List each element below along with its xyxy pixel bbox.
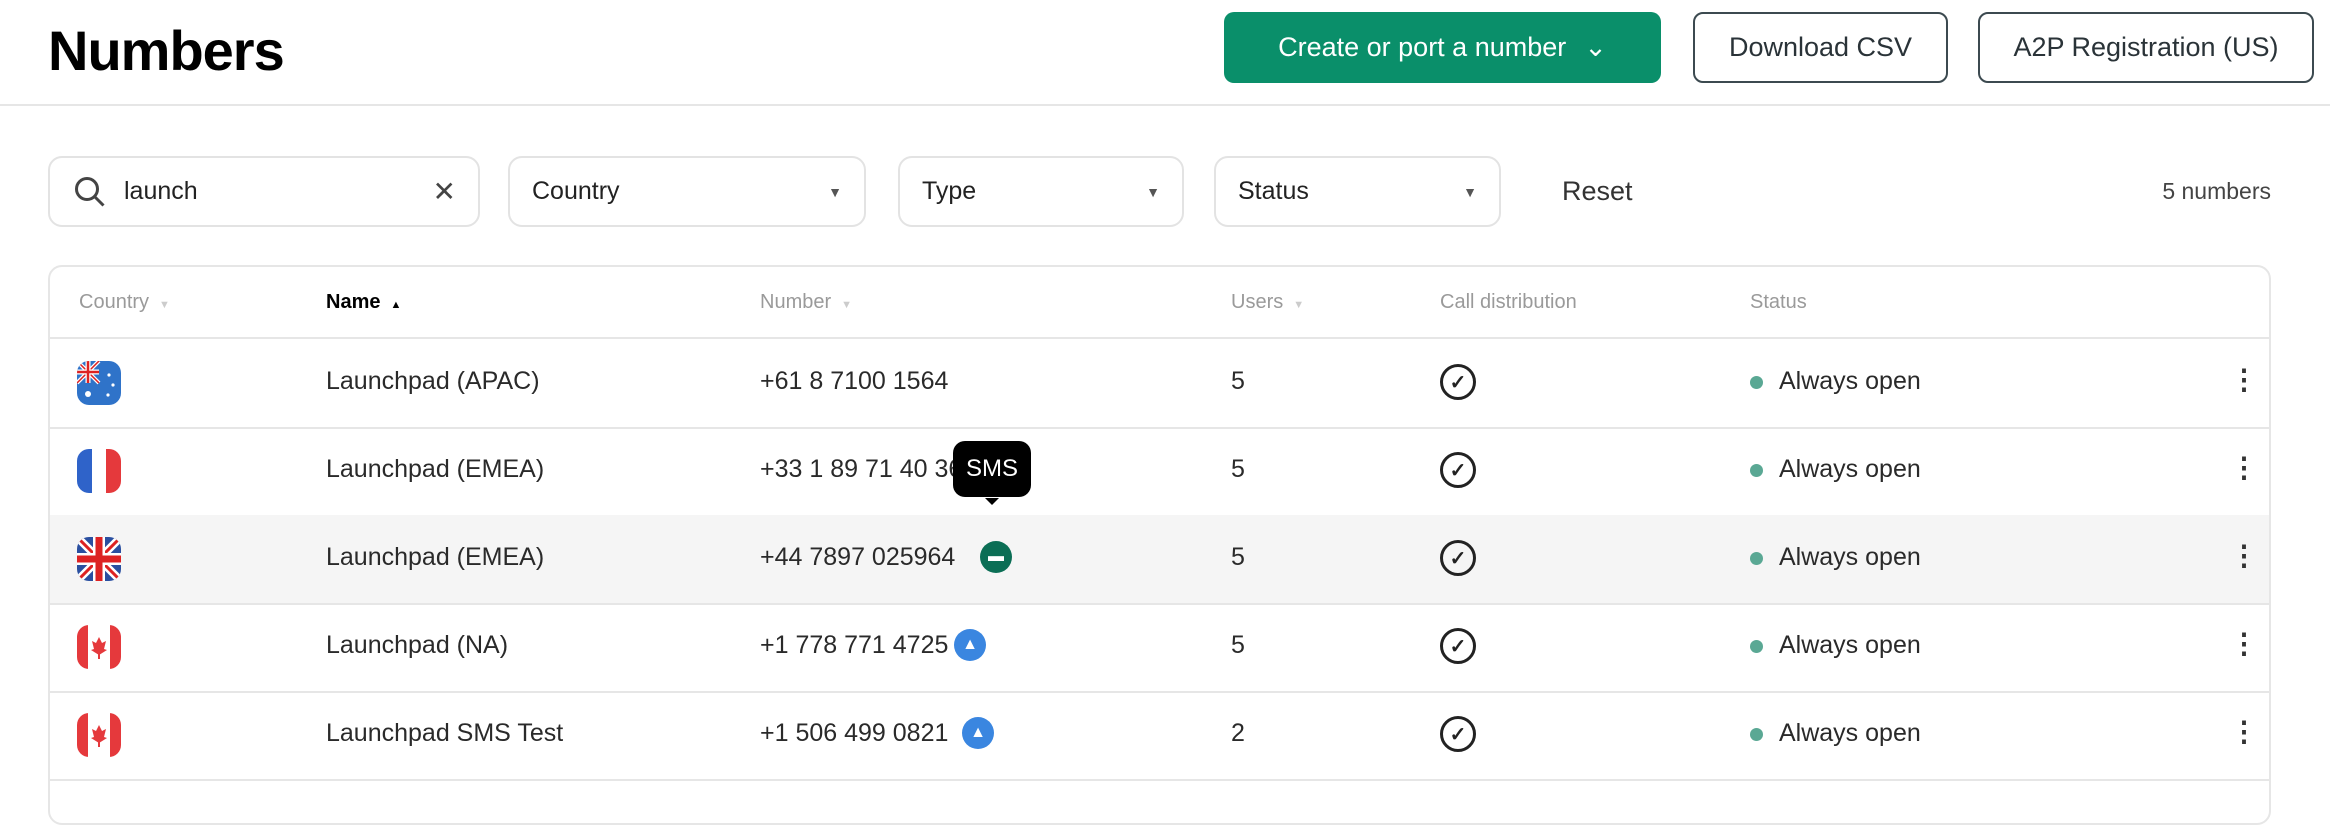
- caret-down-icon: ▼: [828, 183, 842, 200]
- row-users: 5: [1231, 631, 1245, 659]
- flag-france-icon: [77, 449, 121, 493]
- status-dot: [1750, 727, 1763, 741]
- row-number: +1 778 771 4725: [760, 631, 949, 659]
- more-options-icon[interactable]: ⋮: [2230, 539, 2258, 572]
- row-number: +44 7897 025964: [760, 543, 956, 571]
- header-label: Country: [79, 291, 150, 313]
- chevron-down-icon: ⌄: [1584, 32, 1607, 62]
- row-status: Always open: [1750, 367, 1921, 396]
- row-number: +61 8 7100 1564: [760, 367, 949, 395]
- header-divider: [0, 104, 2330, 106]
- header-label: Users: [1231, 291, 1284, 313]
- column-header-number[interactable]: Number ▼: [760, 291, 852, 314]
- row-divider: [50, 779, 2269, 781]
- row-name: Launchpad SMS Test: [326, 719, 564, 747]
- sms-icon[interactable]: ▬: [980, 541, 1012, 573]
- page-title: Numbers: [48, 19, 285, 82]
- column-header-name[interactable]: Name ▲: [326, 291, 401, 314]
- country-filter-label: Country: [532, 177, 620, 205]
- status-filter-label: Status: [1238, 177, 1309, 205]
- row-name: Launchpad (EMEA): [326, 455, 545, 483]
- column-header-country[interactable]: Country ▼: [79, 291, 170, 314]
- caret-down-icon: ▼: [1146, 183, 1160, 200]
- status-label: Always open: [1779, 367, 1921, 395]
- row-name: Launchpad (EMEA): [326, 543, 545, 571]
- type-filter-label: Type: [922, 177, 977, 205]
- status-dot: [1750, 551, 1763, 565]
- sort-ascending-icon: ▲: [390, 299, 402, 311]
- table-row[interactable]: Launchpad (EMEA) +44 7897 025964 ▬ 5 ✓ A…: [50, 515, 2269, 603]
- download-csv-button[interactable]: Download CSV: [1693, 12, 1948, 83]
- sort-icon: ▼: [1293, 299, 1305, 311]
- column-header-call-distribution: Call distribution: [1440, 291, 1577, 313]
- more-options-icon[interactable]: ⋮: [2230, 627, 2258, 660]
- row-name: Launchpad (APAC): [326, 367, 540, 395]
- result-count: 5 numbers: [2162, 178, 2271, 204]
- create-label: Create or port a number: [1278, 32, 1567, 62]
- table-row[interactable]: Launchpad (NA) +1 778 771 4725 ▲ 5 ✓ Alw…: [50, 603, 2269, 691]
- table-row[interactable]: Launchpad SMS Test +1 506 499 0821 ▲ 2 ✓…: [50, 691, 2269, 779]
- search-value: launch: [124, 177, 198, 205]
- status-dot: [1750, 463, 1763, 477]
- row-number: +33 1 89 71 40 36: [760, 455, 963, 483]
- flag-canada-icon: [77, 713, 121, 757]
- create-port-number-button[interactable]: Create or port a number ⌄: [1224, 12, 1661, 83]
- more-options-icon[interactable]: ⋮: [2230, 363, 2258, 396]
- row-users: 5: [1231, 455, 1245, 483]
- row-users: 5: [1231, 543, 1245, 571]
- check-circle-icon: ✓: [1440, 452, 1476, 488]
- sort-icon: ▼: [841, 299, 853, 311]
- search-input[interactable]: launch ✕: [48, 156, 480, 227]
- mms-image-icon[interactable]: ▲: [962, 717, 994, 749]
- flag-united-kingdom-icon: [77, 537, 121, 581]
- check-circle-icon: ✓: [1440, 364, 1476, 400]
- row-name: Launchpad (NA): [326, 631, 509, 659]
- row-number: +1 506 499 0821: [760, 719, 949, 747]
- check-circle-icon: ✓: [1440, 628, 1476, 664]
- reset-button[interactable]: Reset: [1562, 176, 1633, 207]
- more-options-icon[interactable]: ⋮: [2230, 451, 2258, 484]
- country-filter[interactable]: Country ▼: [508, 156, 866, 227]
- status-dot: [1750, 375, 1763, 389]
- status-label: Always open: [1779, 455, 1921, 483]
- more-options-icon[interactable]: ⋮: [2230, 715, 2258, 748]
- status-label: Always open: [1779, 719, 1921, 747]
- flag-australia-icon: [77, 361, 121, 405]
- row-status: Always open: [1750, 543, 1921, 572]
- status-dot: [1750, 639, 1763, 653]
- table-row[interactable]: Launchpad (APAC) +61 8 7100 1564 5 ✓ Alw…: [50, 339, 2269, 427]
- mms-image-icon[interactable]: ▲: [954, 629, 986, 661]
- status-filter[interactable]: Status ▼: [1214, 156, 1501, 227]
- table-row[interactable]: Launchpad (EMEA) +33 1 89 71 40 36 5 ✓ A…: [50, 427, 2269, 515]
- status-label: Always open: [1779, 631, 1921, 659]
- status-label: Always open: [1779, 543, 1921, 571]
- row-users: 5: [1231, 367, 1245, 395]
- caret-down-icon: ▼: [1463, 183, 1477, 200]
- clear-icon[interactable]: ✕: [433, 175, 456, 208]
- check-circle-icon: ✓: [1440, 540, 1476, 576]
- sort-icon: ▼: [159, 299, 170, 311]
- row-users: 2: [1231, 719, 1245, 747]
- header-label: Number: [760, 291, 832, 313]
- numbers-table: Country ▼ Name ▲ Number ▼ Users ▼ Call distr…: [48, 265, 2271, 825]
- check-circle-icon: ✓: [1440, 716, 1476, 752]
- row-status: Always open: [1750, 455, 1921, 484]
- type-filter[interactable]: Type ▼: [898, 156, 1184, 227]
- a2p-registration-button[interactable]: A2P Registration (US): [1978, 12, 2314, 83]
- column-header-users[interactable]: Users ▼: [1231, 291, 1304, 314]
- row-status: Always open: [1750, 631, 1921, 660]
- flag-canada-icon: [77, 625, 121, 669]
- row-status: Always open: [1750, 719, 1921, 748]
- column-header-status: Status: [1750, 291, 1807, 313]
- sms-tooltip: SMS: [953, 441, 1031, 505]
- search-icon: [75, 176, 105, 207]
- header-label: Name: [326, 291, 381, 313]
